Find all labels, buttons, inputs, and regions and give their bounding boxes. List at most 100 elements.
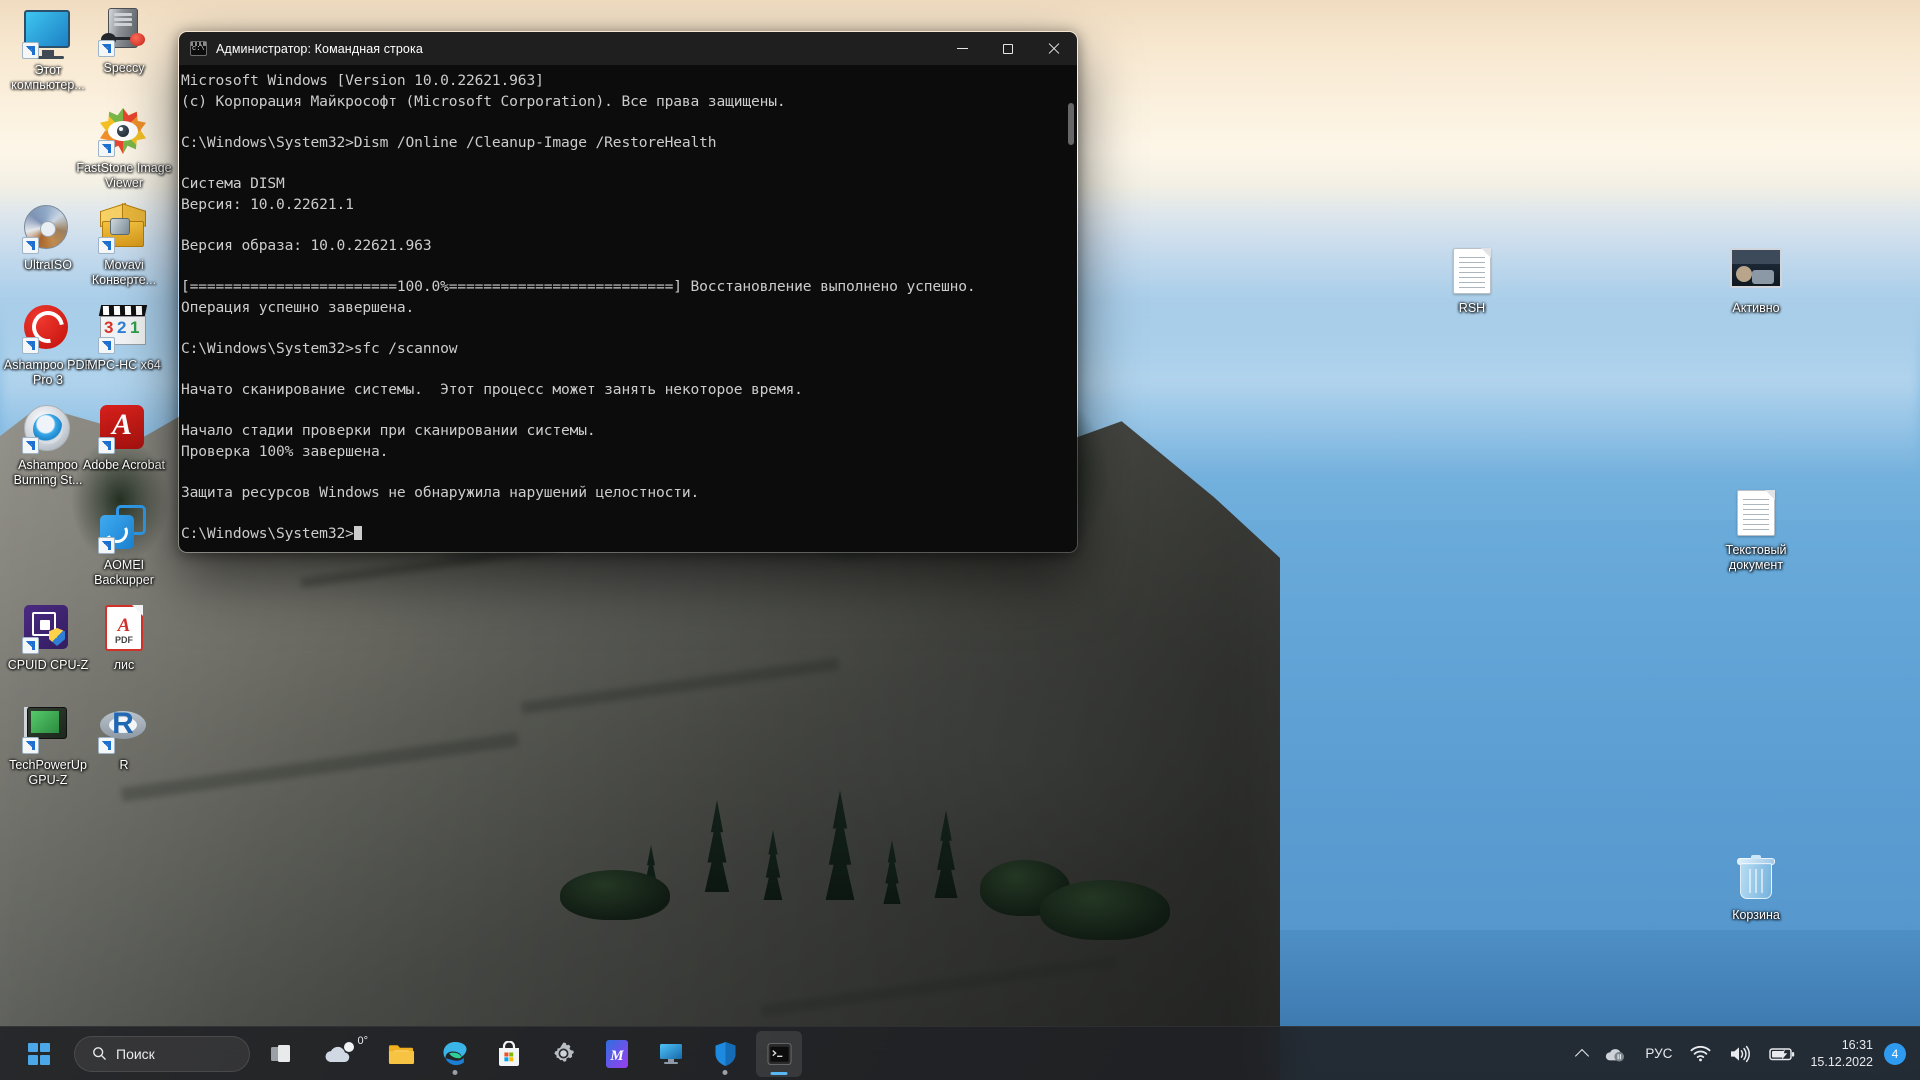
text-document-icon [1732,490,1780,538]
tray-wifi-button[interactable] [1681,1032,1720,1076]
onedrive-icon [1606,1048,1625,1062]
tray-onedrive-button[interactable] [1596,1032,1636,1076]
desktop-icon-mpc-hc[interactable]: 3 2 1 MPC-HC x64 [76,305,172,373]
ultraiso-icon [22,205,72,254]
running-indicator [722,1069,728,1075]
desktop-icon-rsh[interactable]: RSH [1424,248,1520,316]
taskbar-item-microsoft-store[interactable] [486,1031,532,1077]
close-button[interactable] [1031,32,1077,65]
minimize-button[interactable] [939,32,985,65]
taskbar-item-settings[interactable] [540,1031,586,1077]
icon-label: AOMEI Backupper [94,558,154,587]
adobe-acrobat-icon [98,405,148,454]
tray-overflow-button[interactable] [1568,1032,1596,1076]
r-language-icon: R [98,705,148,754]
search-input[interactable]: Поиск [74,1035,250,1072]
window-title: Администратор: Командная строка [216,41,423,56]
battery-icon [1769,1047,1795,1060]
icon-label: Adobe Acrobat [82,458,165,472]
desktop-icon-adobe-acrobat[interactable]: Adobe Acrobat [76,405,172,473]
folder-icon [388,1044,414,1064]
taskbar-item-weather[interactable]: 0° [312,1031,370,1077]
volume-icon [1731,1045,1751,1062]
desktop-icon-faststone[interactable]: FastStone Image Viewer [76,108,172,191]
desktop-icon-r-language[interactable]: R R [76,705,172,773]
shield-icon [715,1041,735,1066]
icon-label: Корзина [1732,908,1780,922]
gear-icon [553,1042,574,1062]
console-icon [766,1042,792,1065]
photo-thumbnail-icon [1729,248,1783,296]
icon-label: RSH [1458,301,1486,315]
notification-badge[interactable]: 4 [1884,1042,1906,1065]
taskbar: Поиск 0° M РУС 16:31 15.12.2022 4 [0,1026,1920,1080]
system-tray: РУС 16:31 15.12.2022 4 [1568,1032,1920,1076]
start-button[interactable] [16,1031,62,1077]
speccy-icon [98,8,148,57]
edge-icon [443,1041,467,1065]
wifi-icon [1690,1045,1711,1062]
ashampoo-burning-icon [22,405,72,454]
tray-language-indicator[interactable]: РУС [1636,1032,1681,1076]
icon-label: Speccy [103,61,145,75]
mpc-hc-icon: 3 2 1 [98,305,148,354]
desktop-icon-speccy[interactable]: Speccy [76,8,172,76]
maximize-button[interactable] [985,32,1031,65]
window-controls [939,32,1077,65]
desktop-icon-text-document[interactable]: Текстовый документ [1708,490,1804,573]
clock[interactable]: 16:31 15.12.2022 [1804,1037,1884,1071]
faststone-icon [98,108,148,157]
text-document-icon [1448,248,1496,296]
this-pc-icon [22,10,72,59]
search-icon [93,1047,106,1060]
console-text: Microsoft Windows [Version 10.0.22621.96… [181,72,976,543]
svg-text:M: M [609,1048,624,1064]
weather-temperature: 0° [357,1034,368,1047]
taskbar-item-command-prompt[interactable] [756,1030,802,1077]
icon-label: Movavi Конверте... [91,258,157,287]
ashampoo-pdf-icon [22,305,72,354]
taskbar-items: Поиск 0° M [12,1030,806,1077]
icon-label: лис [113,658,135,672]
console-scrollbar[interactable] [1066,65,1077,552]
desktop-icon-lis-pdf[interactable]: A PDF лис [76,605,172,673]
icon-label: FastStone Image Viewer [76,161,172,190]
tray-volume-button[interactable] [1720,1032,1760,1076]
app-m-icon: M [606,1039,628,1068]
clock-date: 15.12.2022 [1810,1054,1873,1069]
active-window-indicator [770,1071,788,1075]
icon-label: Активно [1732,301,1780,315]
task-view-icon [271,1044,290,1062]
desktop-icon-recycle-bin[interactable]: Корзина [1708,855,1804,923]
pdf-file-icon: A PDF [100,605,148,653]
store-icon [499,1040,519,1066]
aomei-backupper-icon [98,505,148,554]
remote-desktop-icon [660,1043,682,1064]
wallpaper-bush [560,870,670,920]
command-prompt-window[interactable]: Администратор: Командная строка Microsof… [178,31,1078,553]
tray-battery-button[interactable] [1760,1032,1804,1076]
taskbar-item-microsoft-edge[interactable] [432,1031,478,1077]
taskbar-item-app-m[interactable]: M [594,1031,640,1077]
desktop-icon-aktivno[interactable]: Активно [1708,248,1804,316]
wallpaper-bush [1040,880,1170,940]
console-output-area[interactable]: Microsoft Windows [Version 10.0.22621.96… [179,65,1077,552]
taskbar-item-task-view[interactable] [258,1031,304,1077]
scrollbar-thumb[interactable] [1068,103,1074,145]
movavi-icon [98,202,148,254]
windows-logo-icon [28,1042,50,1065]
search-placeholder: Поиск [116,1045,155,1062]
console-icon [190,41,207,56]
desktop-icon-movavi[interactable]: Movavi Конверте... [76,202,172,288]
taskbar-item-windows-security[interactable] [702,1031,748,1077]
window-titlebar[interactable]: Администратор: Командная строка [179,32,1077,65]
icon-label: R [119,758,129,772]
recycle-bin-icon [1732,855,1780,903]
taskbar-item-file-explorer[interactable] [378,1031,424,1077]
clock-time: 16:31 [1841,1037,1873,1052]
weather-icon [325,1041,354,1062]
icon-label: MPC-HC x64 [87,358,161,372]
icon-label: Текстовый документ [1725,543,1787,572]
desktop-icon-aomei-backupper[interactable]: AOMEI Backupper [76,505,172,588]
taskbar-item-remote-desktop[interactable] [648,1031,694,1077]
